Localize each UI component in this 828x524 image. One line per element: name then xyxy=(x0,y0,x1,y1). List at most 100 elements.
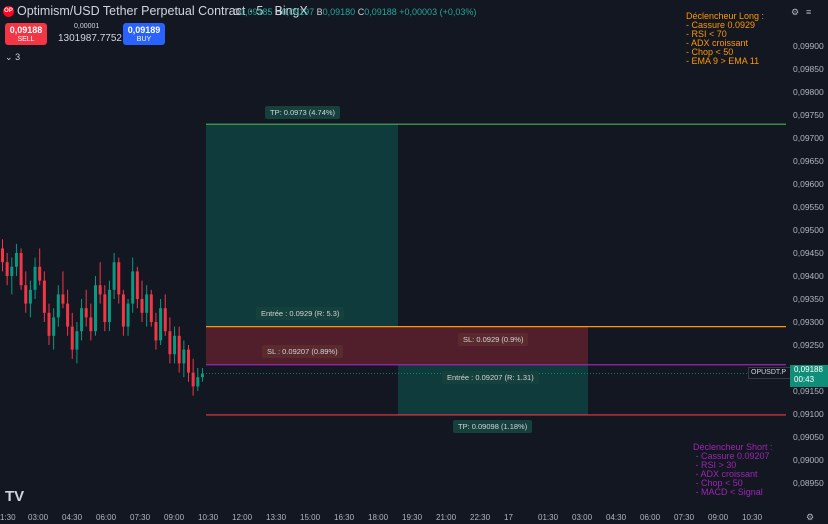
price-tick-label: 0,09700 xyxy=(793,133,824,143)
scale-toggle-icon[interactable]: ≡ xyxy=(806,7,811,17)
time-tick-label: 01:30 xyxy=(538,513,559,522)
symbol-price-tag: OPUSDT.P xyxy=(748,367,791,379)
candle-body xyxy=(5,262,9,276)
short-tp-label: TP: 0.09098 (1.18%) xyxy=(453,420,533,433)
settings-icon[interactable]: ⚙ xyxy=(791,7,799,18)
candle-body xyxy=(98,285,102,295)
candle-body xyxy=(84,308,88,318)
candle-body xyxy=(159,308,163,341)
long-tp-label: TP: 0.0973 (4.74%) xyxy=(265,106,341,119)
candle-body xyxy=(191,372,195,387)
candle-body xyxy=(10,266,14,276)
candle-body xyxy=(19,253,23,286)
time-tick-label: 12:00 xyxy=(232,513,253,522)
candle-body xyxy=(200,373,204,378)
candle-body xyxy=(107,289,111,322)
candle-body xyxy=(103,294,107,322)
time-tick-label: 07:30 xyxy=(130,513,151,522)
short-trigger-panel: Déclencheur Short : - Cassure 0.09207 - … xyxy=(693,442,773,497)
candle-body xyxy=(33,266,37,290)
price-tick-label: 0,09100 xyxy=(793,409,824,419)
time-tick-label: 07:30 xyxy=(674,513,695,522)
candle-body xyxy=(14,253,18,267)
candle-body xyxy=(38,266,42,281)
price-tick-label: 0,09400 xyxy=(793,271,824,281)
candle-body xyxy=(177,335,181,364)
time-tick-label: 18:00 xyxy=(368,513,389,522)
price-tick-label: 0,09450 xyxy=(793,248,824,258)
time-tick-label: 09:00 xyxy=(708,513,729,522)
price-tick-label: 0,09600 xyxy=(793,179,824,189)
candle-body xyxy=(24,285,28,304)
candle-body xyxy=(75,331,79,350)
time-tick-label: 06:00 xyxy=(640,513,661,522)
candle-body xyxy=(42,280,46,313)
price-chart[interactable] xyxy=(0,0,790,510)
long-sl-label: SL : 0.09207 (0.89%) xyxy=(262,345,343,358)
candle-body xyxy=(52,317,56,336)
price-tick-label: 0,09650 xyxy=(793,156,824,166)
time-tick-label: 03:00 xyxy=(28,513,49,522)
candle-body xyxy=(28,289,32,304)
time-tick-label: 21:00 xyxy=(436,513,457,522)
chart-settings-icon[interactable]: ⚙ xyxy=(806,512,814,523)
candle-body xyxy=(112,262,116,290)
long-profit-zone xyxy=(206,124,398,327)
candle-body xyxy=(182,349,186,364)
candle-body xyxy=(140,299,144,313)
short-sl-label: SL: 0.0929 (0.9%) xyxy=(458,333,529,346)
current-price-tag: 0,09188 00:43 xyxy=(790,365,828,387)
price-tick-label: 0,09900 xyxy=(793,41,824,51)
candle-body xyxy=(173,335,177,355)
candle-body xyxy=(89,317,93,332)
candle-body xyxy=(47,312,51,336)
candle-body xyxy=(1,248,4,263)
long-trigger-panel: Déclencheur Long : - Cassure 0.0929 - RS… xyxy=(686,11,765,66)
candle-body xyxy=(154,322,158,341)
candle-body xyxy=(94,285,97,332)
current-price-value: 0,09188 xyxy=(794,365,823,374)
time-tick-label: 1:30 xyxy=(0,513,16,522)
price-tick-label: 0,09750 xyxy=(793,110,824,120)
candle-body xyxy=(196,377,200,387)
time-tick-label: 04:30 xyxy=(606,513,627,522)
price-tick-label: 0,09250 xyxy=(793,340,824,350)
price-tick-label: 0,09800 xyxy=(793,87,824,97)
price-tick-label: 0,09050 xyxy=(793,432,824,442)
candle-body xyxy=(126,303,130,327)
tradingview-logo-icon: TV xyxy=(5,488,25,505)
time-tick-label: 03:00 xyxy=(572,513,593,522)
time-tick-label: 13:30 xyxy=(266,513,287,522)
candle-body xyxy=(135,271,139,299)
candle-body xyxy=(168,331,172,355)
price-tick-label: 0,09550 xyxy=(793,202,824,212)
price-tick-label: 0,09500 xyxy=(793,225,824,235)
price-tick-label: 0,08950 xyxy=(793,478,824,488)
candle-body xyxy=(80,308,84,332)
candle-body xyxy=(61,294,65,304)
time-tick-label: 04:30 xyxy=(62,513,83,522)
candle-body xyxy=(145,294,149,313)
candle-body xyxy=(131,271,135,304)
candle-body xyxy=(70,326,74,350)
time-tick-label: 09:00 xyxy=(164,513,185,522)
candle-body xyxy=(163,308,167,332)
candle-body xyxy=(56,294,60,318)
long-entry-label: Entrée : 0.0929 (R: 5.3) xyxy=(256,307,345,320)
time-tick-label: 06:00 xyxy=(96,513,117,522)
short-entry-label: Entrée : 0.09207 (R: 1.31) xyxy=(442,371,539,384)
time-tick-label: 22:30 xyxy=(470,513,491,522)
price-tick-label: 0,09150 xyxy=(793,386,824,396)
candle-body xyxy=(187,349,190,373)
price-tick-label: 0,09300 xyxy=(793,317,824,327)
candle-body xyxy=(121,294,125,327)
time-tick-label: 15:00 xyxy=(300,513,321,522)
price-tick-label: 0,09000 xyxy=(793,455,824,465)
time-tick-label: 19:30 xyxy=(402,513,423,522)
time-tick-label: 10:30 xyxy=(742,513,763,522)
price-axis[interactable] xyxy=(790,0,828,524)
candle-body xyxy=(149,294,153,322)
candle-body xyxy=(117,262,121,295)
time-tick-label: 17 xyxy=(504,513,513,522)
price-tick-label: 0,09850 xyxy=(793,64,824,74)
